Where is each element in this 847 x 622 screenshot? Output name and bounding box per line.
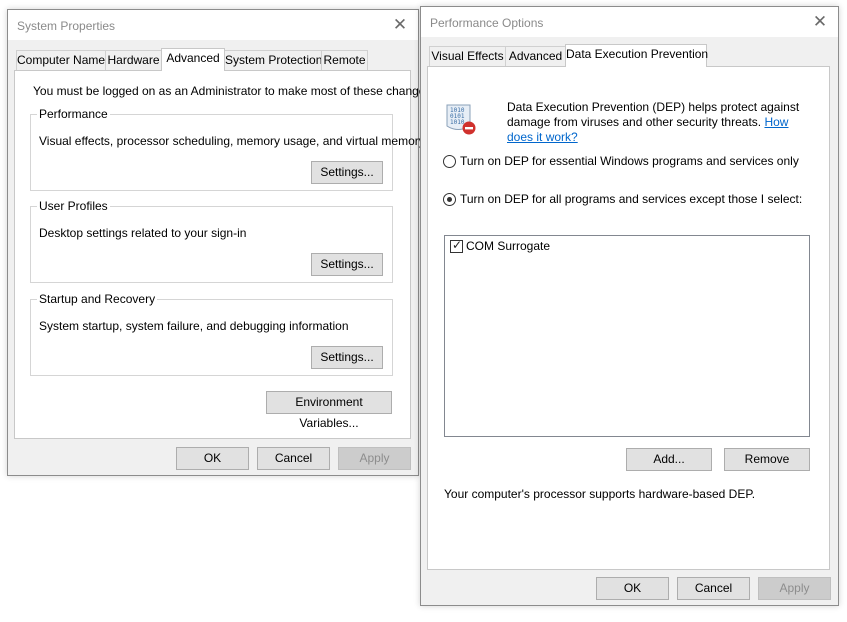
remove-exception-button[interactable]: Remove [724, 448, 810, 471]
group-title: Performance [37, 107, 110, 121]
how-does-it-work-link-continued[interactable]: does it work? [507, 130, 578, 144]
title-bar[interactable]: Performance Options ✕ [421, 7, 838, 37]
startup-recovery-group: Startup and Recovery System startup, sys… [30, 292, 393, 376]
apply-button[interactable]: Apply [338, 447, 411, 470]
advanced-tab-panel: You must be logged on as an Administrato… [14, 70, 435, 439]
checkmark-icon: ✓ [452, 237, 463, 252]
svg-text:1010: 1010 [450, 119, 465, 126]
performance-options-window: Performance Options ✕ Visual Effects Adv… [420, 6, 839, 606]
tab-system-protection[interactable]: System Protection [224, 50, 322, 71]
group-description: Visual effects, processor scheduling, me… [39, 134, 425, 148]
performance-group: Performance Visual effects, processor sc… [30, 107, 425, 191]
user-profiles-group: User Profiles Desktop settings related t… [30, 199, 393, 283]
exception-label: COM Surrogate [466, 239, 551, 253]
close-icon[interactable]: ✕ [810, 12, 830, 32]
ok-button[interactable]: OK [176, 447, 249, 470]
dep-intro-line2: damage from viruses and other security t… [507, 115, 762, 129]
environment-variables-button[interactable]: Environment Variables... [266, 391, 392, 430]
tab-label: Advanced [508, 49, 563, 63]
system-properties-window: System Properties ✕ Computer Name Hardwa… [7, 9, 435, 476]
tab-label: Computer Name [17, 53, 106, 67]
group-title: Startup and Recovery [37, 292, 158, 306]
admin-note: You must be logged on as an Administrato… [33, 84, 435, 98]
tab-hardware[interactable]: Hardware [105, 50, 162, 71]
cancel-button[interactable]: Cancel [677, 577, 750, 600]
tab-label: Hardware [107, 53, 160, 67]
window-title: System Properties [17, 19, 116, 33]
how-does-it-work-link[interactable]: How [764, 115, 788, 129]
dep-intro-line1: Data Execution Prevention (DEP) helps pr… [507, 100, 800, 114]
tab-advanced[interactable]: Advanced [161, 48, 225, 71]
apply-button[interactable]: Apply [758, 577, 831, 600]
title-bar[interactable]: System Properties ✕ [8, 10, 418, 40]
group-description: System startup, system failure, and debu… [39, 319, 349, 333]
exception-checkbox[interactable]: ✓ [450, 237, 463, 253]
tab-computer-name[interactable]: Computer Name [16, 50, 106, 71]
cancel-button[interactable]: Cancel [257, 447, 330, 470]
ok-button[interactable]: OK [596, 577, 669, 600]
tab-data-execution-prevention[interactable]: Data Execution Prevention [565, 44, 709, 67]
dep-exceptions-listbox[interactable]: ✓ COM Surrogate [444, 235, 810, 437]
user-profiles-settings-button[interactable]: Settings... [311, 253, 383, 276]
tab-label: Advanced [166, 51, 220, 65]
tab-label: Visual Effects [431, 49, 504, 63]
list-item[interactable]: ✓ COM Surrogate [450, 237, 551, 253]
tab-label: System Protection [225, 53, 323, 67]
tab-visual-effects[interactable]: Visual Effects [429, 46, 506, 67]
add-exception-button[interactable]: Add... [626, 448, 712, 471]
processor-support-note: Your computer's processor supports hardw… [444, 487, 756, 501]
group-title: User Profiles [37, 199, 110, 213]
radio-button[interactable] [443, 192, 456, 206]
radio-label: Turn on DEP for essential Windows progra… [460, 154, 799, 168]
performance-settings-button[interactable]: Settings... [311, 161, 383, 184]
tab-label: Data Execution Prevention [566, 47, 709, 61]
close-icon[interactable]: ✕ [390, 15, 410, 35]
tab-remote[interactable]: Remote [321, 50, 368, 71]
group-description: Desktop settings related to your sign-in [39, 226, 247, 240]
dep-intro-line2-row: damage from viruses and other security t… [507, 115, 788, 129]
radio-label: Turn on DEP for all programs and service… [460, 192, 803, 206]
dep-shield-binary-icon: 1010 0101 1010 [444, 102, 478, 136]
radio-dep-all-except-selected[interactable]: Turn on DEP for all programs and service… [443, 192, 802, 206]
tab-label: Remote [323, 53, 366, 67]
tab-advanced[interactable]: Advanced [505, 46, 566, 67]
startup-recovery-settings-button[interactable]: Settings... [311, 346, 383, 369]
radio-button[interactable] [443, 154, 456, 168]
dep-tab-panel: 1010 0101 1010 Data Execution Prevention… [427, 66, 830, 570]
window-title: Performance Options [430, 16, 544, 30]
radio-dep-essential-only[interactable]: Turn on DEP for essential Windows progra… [443, 154, 799, 168]
